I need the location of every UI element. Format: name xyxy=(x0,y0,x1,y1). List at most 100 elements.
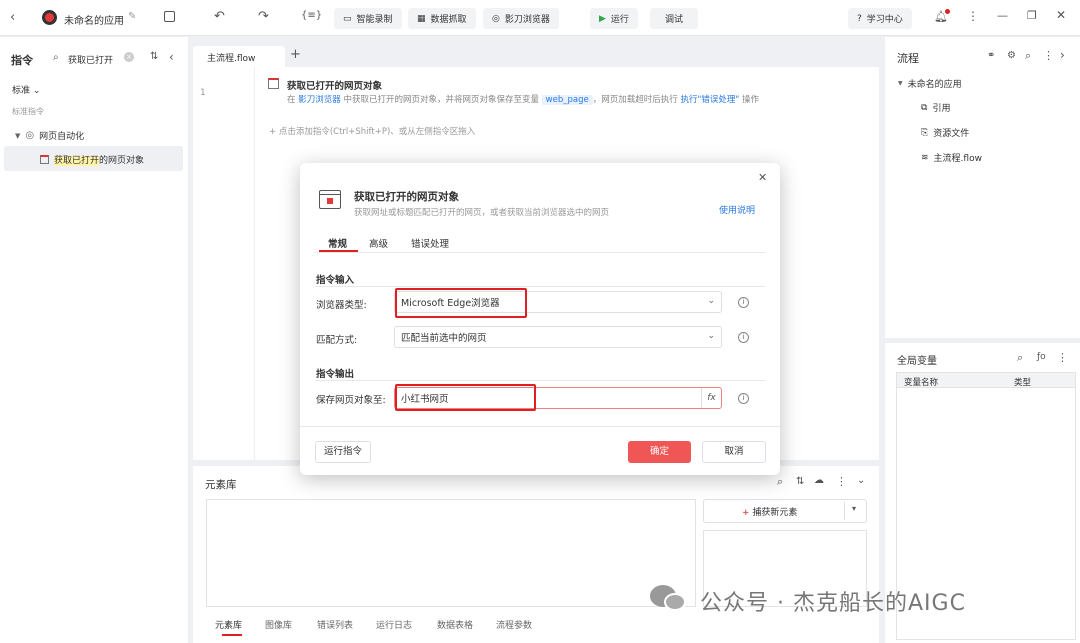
reference-icon: ⧉ xyxy=(921,102,928,113)
add-command-hint[interactable]: + 点击添加指令(Ctrl+Shift+P)、或从左侧指令区拖入 xyxy=(269,125,475,137)
dialog-title: 获取已打开的网页对象 xyxy=(354,191,459,203)
chevron-down-icon: ⌄ xyxy=(707,331,715,341)
collapse-panel-icon[interactable]: ⌄ xyxy=(857,475,865,486)
panel-title: 指令 xyxy=(11,54,33,67)
restore-icon[interactable]: ❐ xyxy=(1027,9,1037,22)
output-divider xyxy=(315,380,765,381)
tree-item-get-page[interactable]: 获取已打开的网页对象 xyxy=(40,153,144,166)
function-icon[interactable]: fx xyxy=(701,388,721,408)
smart-record-button[interactable]: ▭ 智能录制 xyxy=(334,8,402,29)
tab-error-handling[interactable]: 错误处理 xyxy=(411,236,449,250)
more-flow-icon[interactable]: ⋮ xyxy=(1043,49,1054,62)
debug-button[interactable]: 调试 xyxy=(650,8,698,29)
app-logo xyxy=(42,10,57,25)
sort-elements-icon[interactable]: ⇅ xyxy=(796,476,804,487)
link-icon[interactable]: ⚭ xyxy=(987,50,995,61)
info-icon[interactable]: i xyxy=(738,393,749,404)
flow-panel: 流程 ⚭ ⚙ ⌕ ⋮ › ▼ 未命名的应用 ⧉ 引用 ⎘ 资源文件 ≋ 主流程.flow xyxy=(885,37,1080,338)
tab-errors[interactable]: 错误列表 xyxy=(317,618,353,631)
globe-icon: ◎ xyxy=(25,130,35,141)
tree-app[interactable]: ▼ 未命名的应用 xyxy=(898,77,962,90)
output-section-title: 指令输出 xyxy=(316,369,355,380)
minimize-icon[interactable]: — xyxy=(997,9,1008,22)
close-dialog-icon[interactable]: ✕ xyxy=(758,171,767,184)
ok-button[interactable]: 确定 xyxy=(628,441,691,463)
tree-main-flow[interactable]: ≋ 主流程.flow xyxy=(921,151,982,165)
edit-icon[interactable]: ✎ xyxy=(128,11,136,22)
command-search-input[interactable]: 获取已打开 xyxy=(68,53,113,66)
save-icon[interactable] xyxy=(164,11,175,22)
file-icon: ⎘ xyxy=(921,127,929,138)
cancel-button[interactable]: 取消 xyxy=(702,441,766,463)
line-number: 1 xyxy=(200,88,206,98)
category-dropdown[interactable]: 标准 ⌄ xyxy=(12,83,40,96)
command-dialog: ✕ 获取已打开的网页对象 获取网址或标题匹配已打开的网页，或者获取当前浏览器选中… xyxy=(300,163,780,475)
command-panel: 指令 ⌕ 获取已打开 × ⇅ ‹ 标准 ⌄ 标准指令 ▼ ◎ 网页自动化 获取已… xyxy=(0,37,188,643)
function-icon[interactable]: ƒo xyxy=(1037,352,1046,362)
vars-title: 全局变量 xyxy=(897,356,937,367)
add-tab-icon[interactable]: + xyxy=(290,47,301,62)
tab-images[interactable]: 图像库 xyxy=(265,618,292,631)
search-flow-icon[interactable]: ⌕ xyxy=(1025,49,1031,63)
col-name: 变量名称 xyxy=(904,378,939,388)
tab-advanced[interactable]: 高级 xyxy=(369,236,388,250)
tree-resources[interactable]: ⎘ 资源文件 xyxy=(921,126,969,140)
dialog-webpage-icon xyxy=(319,190,341,209)
search-elements-icon[interactable]: ⌕ xyxy=(777,475,783,489)
tabs-divider xyxy=(315,252,765,253)
vars-header: 变量名称 类型 xyxy=(896,372,1076,388)
tree-group-web[interactable]: ▼ ◎ 网页自动化 xyxy=(15,129,84,142)
tree-reference[interactable]: ⧉ 引用 xyxy=(921,101,950,115)
info-icon[interactable]: i xyxy=(738,332,749,343)
more-vars-icon[interactable]: ⋮ xyxy=(1057,351,1068,364)
back-icon[interactable]: ‹ xyxy=(10,10,15,25)
expand-icon[interactable]: › xyxy=(1060,48,1065,62)
run-command-button[interactable]: 运行指令 xyxy=(315,441,371,463)
top-bar: ‹ 未命名的应用 ✎ ↶ ↷ {≡} ▭ 智能录制 ▦ 数据抓取 ◎ 影刀浏览器 ▶ 运… xyxy=(0,0,1080,36)
layers-icon: ≋ xyxy=(921,152,929,163)
close-window-icon[interactable]: ✕ xyxy=(1056,8,1066,22)
browser-button[interactable]: ◎ 影刀浏览器 xyxy=(483,8,559,29)
notification-dot xyxy=(945,9,950,14)
grid-icon: ▦ xyxy=(417,13,426,24)
step-title[interactable]: 获取已打开的网页对象 xyxy=(287,78,382,92)
clear-icon[interactable]: × xyxy=(124,52,134,62)
variable-icon[interactable]: {≡} xyxy=(301,10,322,21)
data-capture-button[interactable]: ▦ 数据抓取 xyxy=(408,8,476,29)
settings-icon[interactable]: ⚙ xyxy=(1007,50,1016,61)
cloud-upload-icon[interactable]: ☁ xyxy=(814,475,824,486)
watermark-text: 公众号 · 杰克船长的AIGC xyxy=(700,591,966,616)
more-elements-icon[interactable]: ⋮ xyxy=(836,475,847,488)
more-icon[interactable]: ⋮ xyxy=(967,9,979,23)
undo-icon[interactable]: ↶ xyxy=(214,9,225,24)
section-label: 标准指令 xyxy=(12,107,44,116)
run-button[interactable]: ▶ 运行 xyxy=(590,8,638,29)
app-name[interactable]: 未命名的应用 xyxy=(64,12,124,27)
step-description: 在 影刀浏览器 中获取已打开的网页对象，并将网页对象保存至变量 web_page… xyxy=(287,95,759,105)
search-vars-icon[interactable]: ⌕ xyxy=(1017,351,1023,365)
help-link[interactable]: 使用说明 xyxy=(719,203,755,216)
play-icon: ▶ xyxy=(599,13,606,24)
highlight-box xyxy=(395,288,527,318)
collapse-icon[interactable]: ‹ xyxy=(169,50,174,64)
capture-element-button[interactable]: + 捕获新元素 ▾ xyxy=(703,499,867,523)
caret-down-icon: ▼ xyxy=(15,131,21,140)
redo-icon[interactable]: ↷ xyxy=(258,9,269,24)
sort-icon[interactable]: ⇅ xyxy=(150,51,158,62)
tab-data-table[interactable]: 数据表格 xyxy=(437,618,473,631)
browser-icon: ◎ xyxy=(492,13,500,24)
highlight-box xyxy=(395,384,536,411)
match-mode-label: 匹配方式: xyxy=(316,335,358,346)
tab-elements[interactable]: 元素库 xyxy=(215,618,242,631)
match-mode-select[interactable]: 匹配当前选中的网页 ⌄ xyxy=(394,326,722,348)
tab-general[interactable]: 常规 xyxy=(328,236,347,250)
col-type: 类型 xyxy=(1014,378,1032,388)
info-icon[interactable]: i xyxy=(738,297,749,308)
input-section-title: 指令输入 xyxy=(316,275,355,286)
tab-flow-params[interactable]: 流程参数 xyxy=(496,618,532,631)
caret-down-icon[interactable]: ▾ xyxy=(852,504,856,513)
input-divider xyxy=(315,286,765,287)
learn-center-button[interactable]: ? 学习中心 xyxy=(848,8,912,29)
tab-run-log[interactable]: 运行日志 xyxy=(376,618,412,631)
tab-main-flow[interactable]: 主流程.flow xyxy=(193,46,285,67)
